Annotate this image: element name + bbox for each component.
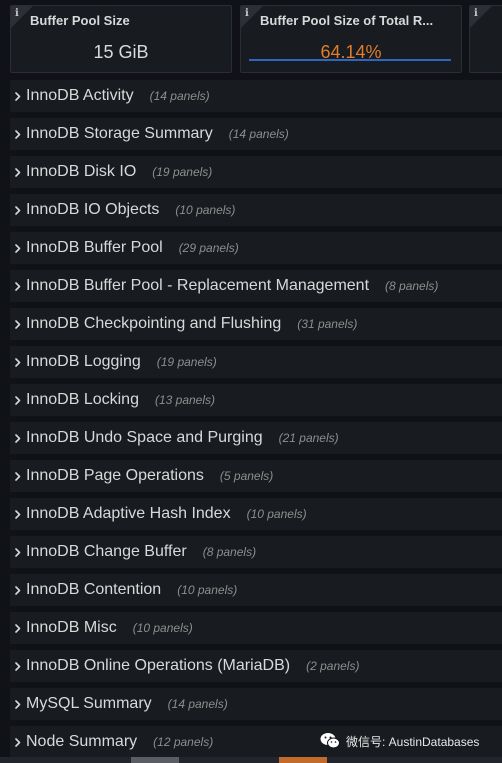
stat-panel-buffer-pool-size[interactable]: i Buffer Pool Size 15 GiB — [10, 5, 232, 73]
panel-count: (8 panels) — [202, 545, 257, 559]
chevron-right-icon — [10, 737, 26, 747]
row-title: InnoDB Buffer Pool — [26, 239, 163, 256]
panel-count: (21 panels) — [278, 431, 339, 445]
chevron-right-icon — [10, 661, 26, 671]
chevron-right-icon — [10, 585, 26, 595]
stat-value: 15 GiB — [93, 42, 149, 62]
chevron-right-icon — [10, 471, 26, 481]
panel-count: (10 panels) — [175, 203, 236, 217]
panel-count: (10 panels) — [246, 507, 307, 521]
chevron-right-icon — [10, 167, 26, 177]
panel-count: (12 panels) — [153, 735, 214, 749]
panel-count: (10 panels) — [177, 583, 238, 597]
chevron-right-icon — [10, 129, 26, 139]
collapsed-row[interactable]: MySQL Summary (14 panels) — [10, 688, 502, 720]
chevron-right-icon — [10, 91, 26, 101]
row-title: MySQL Summary — [26, 695, 152, 712]
panel-count: (19 panels) — [152, 165, 213, 179]
row-title: InnoDB Disk IO — [26, 163, 137, 180]
collapsed-row[interactable]: InnoDB Contention (10 panels) — [10, 574, 502, 606]
row-title: InnoDB Online Operations (MariaDB) — [26, 657, 291, 674]
collapsed-row[interactable]: InnoDB Logging (19 panels) — [10, 346, 502, 378]
row-title: InnoDB IO Objects — [26, 201, 160, 218]
chevron-right-icon — [10, 243, 26, 253]
row-title: Node Summary — [26, 733, 138, 750]
chevron-right-icon — [10, 281, 26, 291]
row-title: InnoDB Contention — [26, 581, 162, 598]
row-title: InnoDB Adaptive Hash Index — [26, 505, 231, 522]
chevron-right-icon — [10, 319, 26, 329]
strip-segment — [131, 757, 179, 763]
panel-count: (14 panels) — [167, 697, 228, 711]
row-title: InnoDB Page Operations — [26, 467, 204, 484]
wechat-icon — [320, 733, 340, 749]
collapsed-row[interactable]: InnoDB Storage Summary (14 panels) — [10, 118, 502, 150]
panel-count: (10 panels) — [132, 621, 193, 635]
row-title: InnoDB Change Buffer — [26, 543, 187, 560]
collapsed-row[interactable]: InnoDB Checkpointing and Flushing (31 pan… — [10, 308, 502, 340]
collapsed-row[interactable]: InnoDB Buffer Pool (29 panels) — [10, 232, 502, 264]
panel-count: (13 panels) — [154, 393, 216, 407]
row-title: InnoDB Checkpointing and Flushing — [26, 315, 282, 332]
panel-count: (29 panels) — [178, 241, 239, 255]
chevron-right-icon — [10, 509, 26, 519]
collapsed-row[interactable]: InnoDB Adaptive Hash Index (10 panels) — [10, 498, 502, 530]
stat-title: Buffer Pool Size of Total R... — [260, 13, 434, 28]
sparkline — [249, 59, 451, 61]
row-title: InnoDB Buffer Pool - Replacement Managem… — [26, 277, 370, 294]
row-title: InnoDB Logging — [26, 353, 141, 370]
chevron-right-icon — [10, 395, 26, 405]
chevron-right-icon — [10, 205, 26, 215]
collapsed-row[interactable]: InnoDB Undo Space and Purging (21 panels) — [10, 422, 502, 454]
chevron-right-icon — [10, 433, 26, 443]
chevron-right-icon — [10, 357, 26, 367]
panel-count: (8 panels) — [385, 279, 439, 293]
panel-count: (31 panels) — [297, 317, 358, 331]
collapsed-row[interactable]: InnoDB Misc (10 panels) — [10, 612, 502, 644]
collapsed-row[interactable]: InnoDB IO Objects (10 panels) — [10, 194, 502, 226]
dashboard-page: i Buffer Pool Size 15 GiB i Buffer Pool … — [0, 0, 502, 763]
row-title: InnoDB Storage Summary — [26, 125, 213, 142]
row-list: InnoDB Activity (14 panels) InnoDB Storage… — [10, 80, 502, 763]
panel-count: (5 panels) — [219, 469, 274, 483]
collapsed-row[interactable]: InnoDB Page Operations (5 panels) — [10, 460, 502, 492]
watermark-text: 微信号: AustinDatabases — [346, 734, 480, 749]
collapsed-row[interactable]: InnoDB Disk IO (19 panels) — [10, 156, 502, 188]
panel-count: (2 panels) — [306, 659, 360, 673]
bottom-scroll-strip[interactable] — [0, 757, 502, 763]
panel-count: (14 panels) — [149, 89, 210, 103]
stat-title: Buffer Pool Size — [30, 13, 130, 28]
stat-panel-buffer-pool-ratio[interactable]: i Buffer Pool Size of Total R... 64.14% — [240, 5, 462, 73]
panel-count: (14 panels) — [228, 127, 289, 141]
info-icon[interactable]: i — [474, 8, 478, 19]
collapsed-row[interactable]: InnoDB Locking (13 panels) — [10, 384, 502, 416]
row-title: InnoDB Activity — [26, 87, 134, 104]
collapsed-row[interactable]: InnoDB Change Buffer (8 panels) — [10, 536, 502, 568]
row-title: InnoDB Locking — [26, 391, 139, 408]
chevron-right-icon — [10, 623, 26, 633]
strip-segment — [279, 757, 327, 763]
collapsed-row[interactable]: InnoDB Online Operations (MariaDB) (2 pan… — [10, 650, 502, 682]
chevron-right-icon — [10, 699, 26, 709]
watermark: 微信号: AustinDatabases — [320, 731, 479, 751]
stat-panel-partial[interactable]: i — [469, 5, 502, 73]
row-title: InnoDB Misc — [26, 619, 117, 636]
row-title: InnoDB Undo Space and Purging — [26, 429, 263, 446]
collapsed-row[interactable]: InnoDB Activity (14 panels) — [10, 80, 502, 112]
chevron-right-icon — [10, 547, 26, 557]
stat-row: i Buffer Pool Size 15 GiB i Buffer Pool … — [10, 5, 502, 73]
collapsed-row[interactable]: InnoDB Buffer Pool - Replacement Managem… — [10, 270, 502, 302]
panel-count: (19 panels) — [156, 355, 217, 369]
